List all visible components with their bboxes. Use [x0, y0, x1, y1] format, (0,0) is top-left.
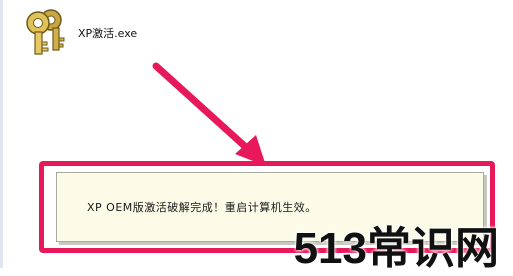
site-watermark: 513常识网	[293, 224, 499, 273]
dialog-message: XP OEM版激活破解完成！重启计算机生效。	[87, 201, 317, 214]
file-name-label[interactable]: XP激活.exe	[78, 25, 137, 41]
window-left-edge	[0, 0, 3, 268]
keys-icon[interactable]	[24, 6, 68, 56]
keys-icon-graphic	[26, 9, 65, 55]
